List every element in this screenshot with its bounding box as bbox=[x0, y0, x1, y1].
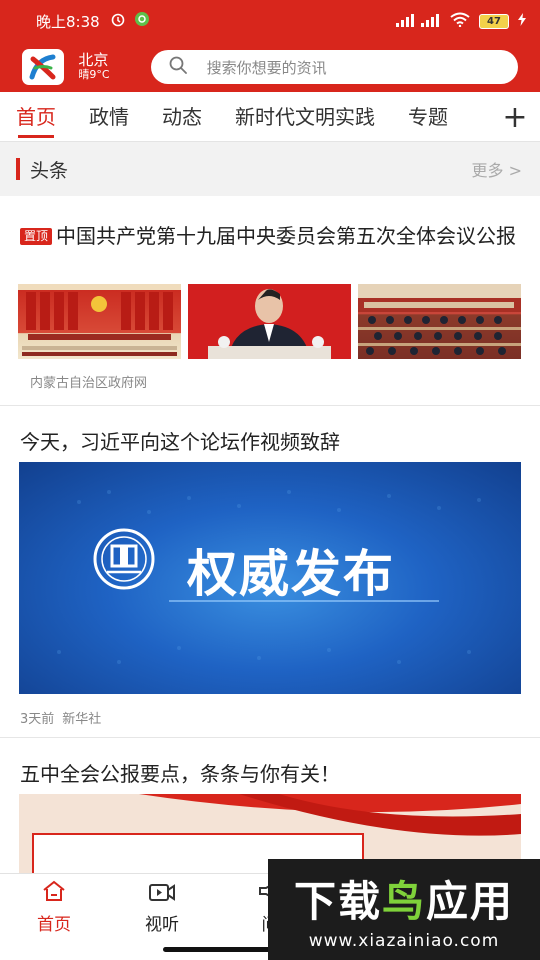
authoritative-release-banner: 权威发布 bbox=[19, 462, 521, 694]
more-link[interactable]: 更多 > bbox=[472, 157, 523, 181]
site-watermark: 下载鸟应用 www.xiazainiao.com bbox=[268, 859, 540, 960]
search-icon bbox=[169, 56, 187, 78]
battery-icon: 47 bbox=[479, 13, 509, 29]
status-bar: 晚上8:38 47 bbox=[0, 0, 540, 42]
pinned-badge: 置顶 bbox=[20, 228, 53, 245]
article-title: 今天，习近平向这个论坛作视频致辞 bbox=[20, 430, 340, 454]
news-item[interactable]: 五中全会公报要点，条条与你有关！ bbox=[0, 738, 540, 874]
article-title: 置顶 中国共产党第十九届中央委员会第五次全体会议公报 bbox=[20, 222, 525, 250]
city-label: 北京 bbox=[78, 51, 109, 70]
wifi-icon bbox=[450, 12, 470, 30]
alarm-icon bbox=[110, 11, 126, 31]
weather-widget[interactable]: 北京 晴9°C bbox=[78, 51, 126, 82]
search-bar[interactable]: 搜索你想要的资讯 bbox=[150, 50, 518, 84]
add-channel-icon[interactable]: + bbox=[490, 92, 540, 141]
tab-home[interactable]: 首页 bbox=[16, 92, 56, 141]
news-item[interactable]: 置顶 中国共产党第十九届中央委员会第五次全体会议公报 内蒙古自治区政府网 bbox=[0, 196, 540, 406]
news-item[interactable]: 今天，习近平向这个论坛作视频致辞 权威发布 3天前 新华社 bbox=[0, 406, 540, 738]
thumbnail-meeting-room bbox=[358, 284, 521, 359]
nav-video-label: 视听 bbox=[145, 915, 179, 935]
tab-politics[interactable]: 政情 bbox=[89, 92, 129, 141]
tab-civilization-practice[interactable]: 新时代文明实践 bbox=[235, 92, 375, 141]
nav-home[interactable]: 首页 bbox=[0, 874, 108, 960]
section-accent-bar bbox=[16, 158, 20, 180]
charging-icon bbox=[518, 13, 526, 29]
weather-label: 晴9°C bbox=[78, 68, 110, 82]
video-icon bbox=[148, 880, 176, 906]
article-source: 新华社 bbox=[62, 712, 102, 727]
article-meta: 3天前 新华社 bbox=[20, 708, 109, 727]
app-header: 北京 晴9°C 搜索你想要的资讯 bbox=[0, 42, 540, 92]
article-title: 五中全会公报要点，条条与你有关！ bbox=[20, 762, 340, 786]
channel-tabs: 首页 政情 动态 新时代文明实践 专题 + bbox=[0, 92, 540, 142]
nav-home-label: 首页 bbox=[37, 915, 71, 935]
headline-section-header: 头条 更多 > bbox=[0, 142, 540, 196]
thumbnail-speaker bbox=[188, 284, 351, 359]
tab-special-topics[interactable]: 专题 bbox=[408, 92, 448, 141]
xinhua-seal-icon bbox=[93, 528, 155, 594]
wechat-icon bbox=[134, 11, 150, 31]
signal-icon bbox=[395, 13, 441, 30]
home-icon bbox=[42, 880, 66, 906]
app-logo[interactable] bbox=[22, 49, 65, 85]
article-source: 内蒙古自治区政府网 bbox=[30, 376, 148, 391]
section-title: 头条 bbox=[30, 159, 69, 182]
thumbnail-plenary-hall bbox=[18, 284, 181, 359]
article-thumbnails bbox=[18, 284, 521, 359]
banner-title: 权威发布 bbox=[187, 545, 395, 603]
article-time: 3天前 bbox=[20, 712, 55, 727]
watermark-logo-text: 下载鸟应用 bbox=[293, 877, 515, 926]
search-placeholder: 搜索你想要的资讯 bbox=[206, 58, 327, 77]
tab-news[interactable]: 动态 bbox=[162, 92, 202, 141]
watermark-url: www.xiazainiao.com bbox=[308, 931, 500, 951]
status-time: 晚上8:38 bbox=[36, 12, 100, 31]
